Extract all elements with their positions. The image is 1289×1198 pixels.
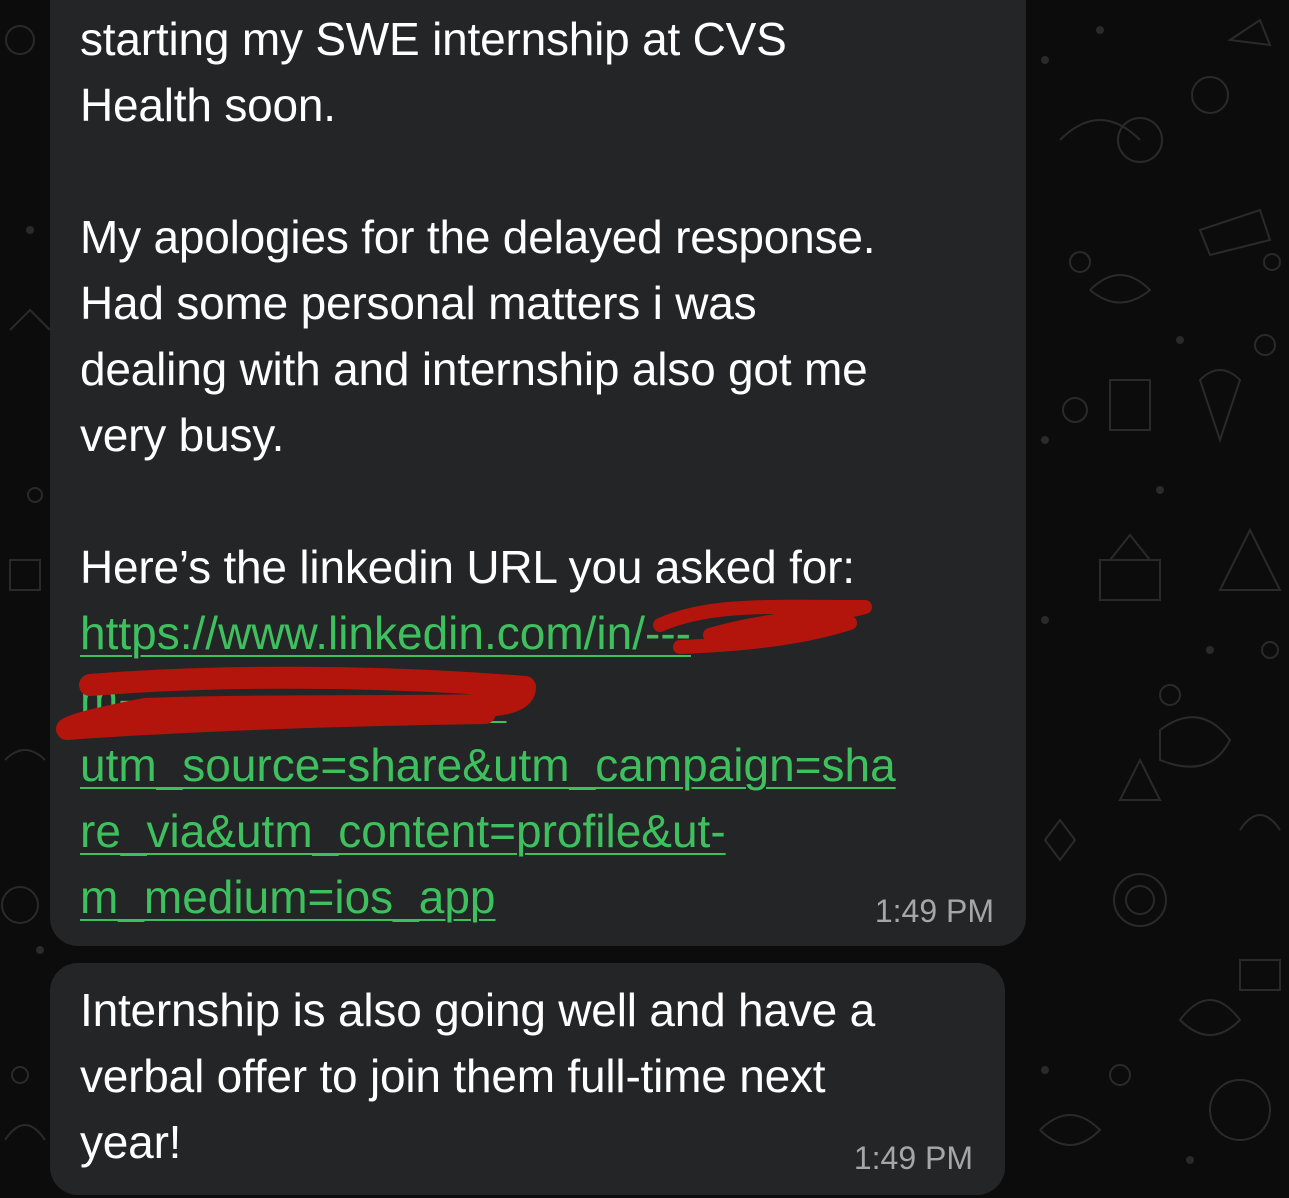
message-text-line: Here’s the linkedin URL you asked for: <box>80 541 855 593</box>
linkedin-url-link[interactable]: re_via&utm_content=profile&ut- <box>80 798 996 864</box>
message-text-line: My apologies for the delayed response. <box>80 211 876 263</box>
redaction-scribble <box>56 666 536 740</box>
linkedin-url-link[interactable]: m_medium=ios_app <box>80 864 996 930</box>
message-text-line: verbal offer to join them full-time next <box>80 1050 826 1102</box>
message-text-line: dealing with and internship also got me <box>80 343 868 395</box>
message-timestamp: 1:49 PM <box>874 893 994 929</box>
message-bubble[interactable]: Internship is also going well and have a… <box>50 963 1005 1195</box>
message-timestamp: 1:49 PM <box>853 1140 973 1176</box>
message-text-line: starting my SWE internship at CVS <box>80 13 787 65</box>
message-text-line: Had some personal matters i was <box>80 277 757 329</box>
message-text-line: very busy. <box>80 409 285 461</box>
message-text-line: year! <box>80 1116 182 1168</box>
message-text-line: Internship is also going well and have a <box>80 984 875 1036</box>
redaction-scribble <box>653 599 872 654</box>
message-bubble[interactable]: starting my SWE internship at CVS Health… <box>50 0 1026 946</box>
message-text-line: Health soon. <box>80 79 336 131</box>
